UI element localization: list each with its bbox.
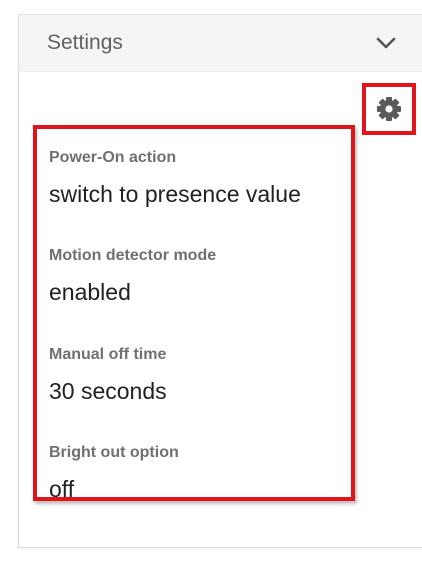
settings-card: Settings Power-On action switch to prese…	[18, 14, 422, 548]
setting-power-on-action[interactable]: Power-On action switch to presence value	[49, 149, 349, 208]
setting-value: 30 seconds	[49, 378, 167, 404]
setting-value: off	[49, 476, 75, 502]
settings-header[interactable]: Settings	[19, 15, 422, 72]
settings-list: Power-On action switch to presence value…	[33, 125, 355, 503]
setting-label: Manual off time	[49, 346, 167, 363]
setting-value: switch to presence value	[49, 181, 301, 207]
setting-label: Bright out option	[49, 444, 179, 461]
setting-label: Power-On action	[49, 149, 177, 166]
settings-gear-button[interactable]	[362, 83, 416, 135]
chevron-down-icon[interactable]	[375, 33, 397, 53]
setting-motion-detector-mode[interactable]: Motion detector mode enabled	[49, 247, 349, 306]
setting-manual-off-time[interactable]: Manual off time 30 seconds	[49, 346, 349, 405]
setting-bright-out-option[interactable]: Bright out option off	[49, 444, 349, 503]
setting-value: enabled	[49, 279, 131, 305]
setting-label: Motion detector mode	[49, 247, 217, 264]
settings-title: Settings	[47, 31, 123, 54]
gear-icon[interactable]	[375, 95, 403, 123]
